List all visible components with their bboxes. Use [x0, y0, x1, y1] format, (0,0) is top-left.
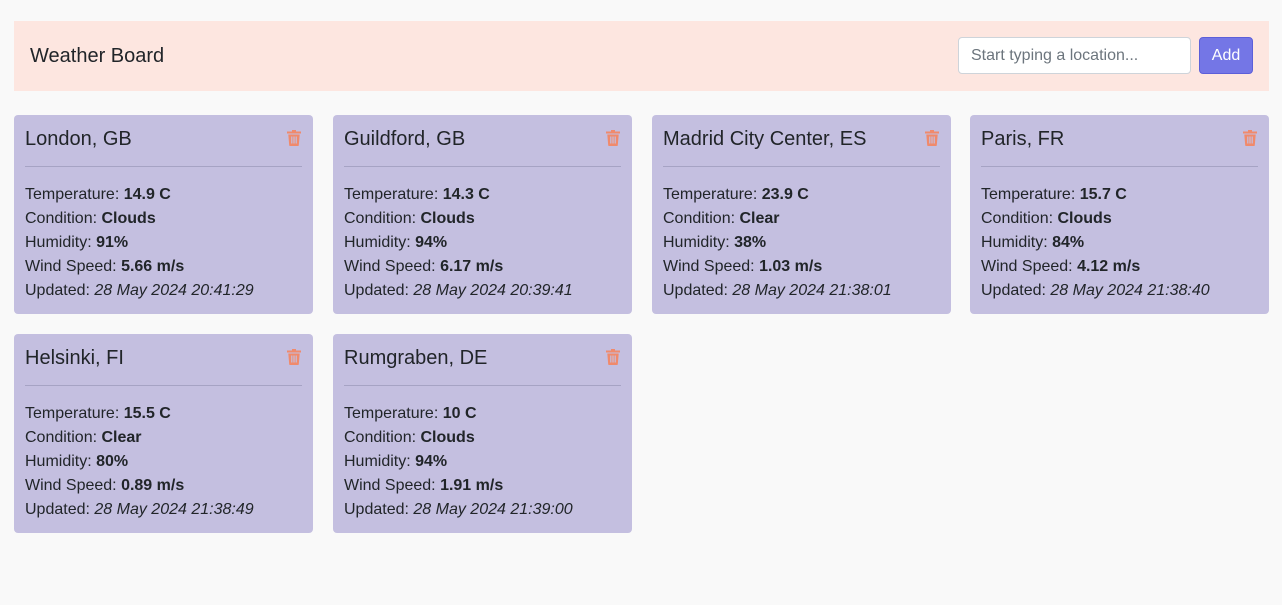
- card-divider: [344, 166, 621, 167]
- wind-label: Wind Speed:: [981, 258, 1078, 275]
- humidity-value: 80%: [96, 453, 129, 470]
- wind-label: Wind Speed:: [25, 477, 122, 494]
- app-title: Weather Board: [30, 45, 165, 67]
- card-divider: [25, 166, 302, 167]
- condition-value: Clouds: [1057, 210, 1112, 227]
- condition-value: Clouds: [420, 210, 475, 227]
- humidity-value: 94%: [415, 453, 448, 470]
- wind-label: Wind Speed:: [344, 477, 441, 494]
- humidity-label: Humidity:: [981, 234, 1053, 251]
- updated-value: 28 May 2024 20:39:41: [413, 282, 573, 299]
- condition-label: Condition:: [981, 210, 1058, 227]
- temperature-label: Temperature:: [344, 405, 443, 422]
- location-search-input[interactable]: [958, 37, 1191, 74]
- temperature-label: Temperature:: [25, 186, 124, 203]
- temperature-label: Temperature:: [344, 186, 443, 203]
- updated-label: Updated:: [344, 501, 414, 518]
- temperature-value: 15.7 C: [1079, 186, 1127, 203]
- card-divider: [25, 385, 302, 386]
- card-location: Paris, FR: [981, 128, 1065, 150]
- wind-label: Wind Speed:: [25, 258, 122, 275]
- updated-label: Updated:: [25, 501, 95, 518]
- weather-card: Madrid City Center, ES Temperature: 23.9…: [652, 115, 951, 314]
- card-location: Guildford, GB: [344, 128, 466, 150]
- weather-card: Rumgraben, DE Temperature: 10 C Conditio…: [333, 334, 632, 533]
- humidity-label: Humidity:: [344, 453, 416, 470]
- wind-value: 5.66 m/s: [121, 258, 185, 275]
- card-divider: [981, 166, 1258, 167]
- temperature-value: 14.3 C: [442, 186, 490, 203]
- wind-label: Wind Speed:: [344, 258, 441, 275]
- wind-value: 1.03 m/s: [759, 258, 823, 275]
- temperature-label: Temperature:: [25, 405, 124, 422]
- updated-label: Updated:: [663, 282, 733, 299]
- card-divider: [663, 166, 940, 167]
- condition-label: Condition:: [344, 210, 421, 227]
- trash-icon[interactable]: [287, 349, 301, 365]
- add-button[interactable]: Add: [1199, 37, 1253, 74]
- trash-icon[interactable]: [287, 130, 301, 146]
- trash-icon[interactable]: [1243, 130, 1257, 146]
- humidity-label: Humidity:: [25, 234, 97, 251]
- humidity-value: 91%: [96, 234, 129, 251]
- updated-label: Updated:: [344, 282, 414, 299]
- wind-value: 1.91 m/s: [440, 477, 504, 494]
- wind-value: 6.17 m/s: [440, 258, 504, 275]
- weather-card: Paris, FR Temperature: 15.7 C Condition:…: [970, 115, 1269, 314]
- trash-icon[interactable]: [606, 130, 620, 146]
- card-location: London, GB: [25, 128, 132, 150]
- condition-label: Condition:: [25, 210, 102, 227]
- humidity-label: Humidity:: [344, 234, 416, 251]
- temperature-value: 10 C: [442, 405, 477, 422]
- condition-label: Condition:: [663, 210, 740, 227]
- updated-value: 28 May 2024 21:38:01: [732, 282, 892, 299]
- condition-value: Clear: [739, 210, 780, 227]
- humidity-label: Humidity:: [25, 453, 97, 470]
- updated-value: 28 May 2024 21:38:49: [94, 501, 254, 518]
- temperature-value: 14.9 C: [123, 186, 171, 203]
- condition-label: Condition:: [25, 429, 102, 446]
- wind-label: Wind Speed:: [663, 258, 760, 275]
- trash-icon[interactable]: [925, 130, 939, 146]
- temperature-value: 23.9 C: [761, 186, 809, 203]
- humidity-value: 84%: [1052, 234, 1085, 251]
- weather-card: Helsinki, FI Temperature: 15.5 C Conditi…: [14, 334, 313, 533]
- condition-value: Clouds: [101, 210, 156, 227]
- wind-value: 4.12 m/s: [1077, 258, 1141, 275]
- condition-value: Clouds: [420, 429, 475, 446]
- temperature-label: Temperature:: [981, 186, 1080, 203]
- humidity-value: 38%: [734, 234, 767, 251]
- card-location: Rumgraben, DE: [344, 347, 488, 369]
- condition-value: Clear: [101, 429, 142, 446]
- temperature-value: 15.5 C: [123, 405, 171, 422]
- humidity-label: Humidity:: [663, 234, 735, 251]
- updated-value: 28 May 2024 20:41:29: [94, 282, 254, 299]
- card-location: Madrid City Center, ES: [663, 128, 867, 150]
- updated-label: Updated:: [981, 282, 1051, 299]
- header-bar: Weather Board Add: [14, 21, 1269, 91]
- condition-label: Condition:: [344, 429, 421, 446]
- updated-value: 28 May 2024 21:38:40: [1050, 282, 1210, 299]
- wind-value: 0.89 m/s: [121, 477, 185, 494]
- trash-icon[interactable]: [606, 349, 620, 365]
- card-divider: [344, 385, 621, 386]
- humidity-value: 94%: [415, 234, 448, 251]
- updated-value: 28 May 2024 21:39:00: [413, 501, 573, 518]
- weather-card: Guildford, GB Temperature: 14.3 C Condit…: [333, 115, 632, 314]
- weather-card: London, GB Temperature: 14.9 C Condition…: [14, 115, 313, 314]
- updated-label: Updated:: [25, 282, 95, 299]
- card-location: Helsinki, FI: [25, 347, 124, 369]
- temperature-label: Temperature:: [663, 186, 762, 203]
